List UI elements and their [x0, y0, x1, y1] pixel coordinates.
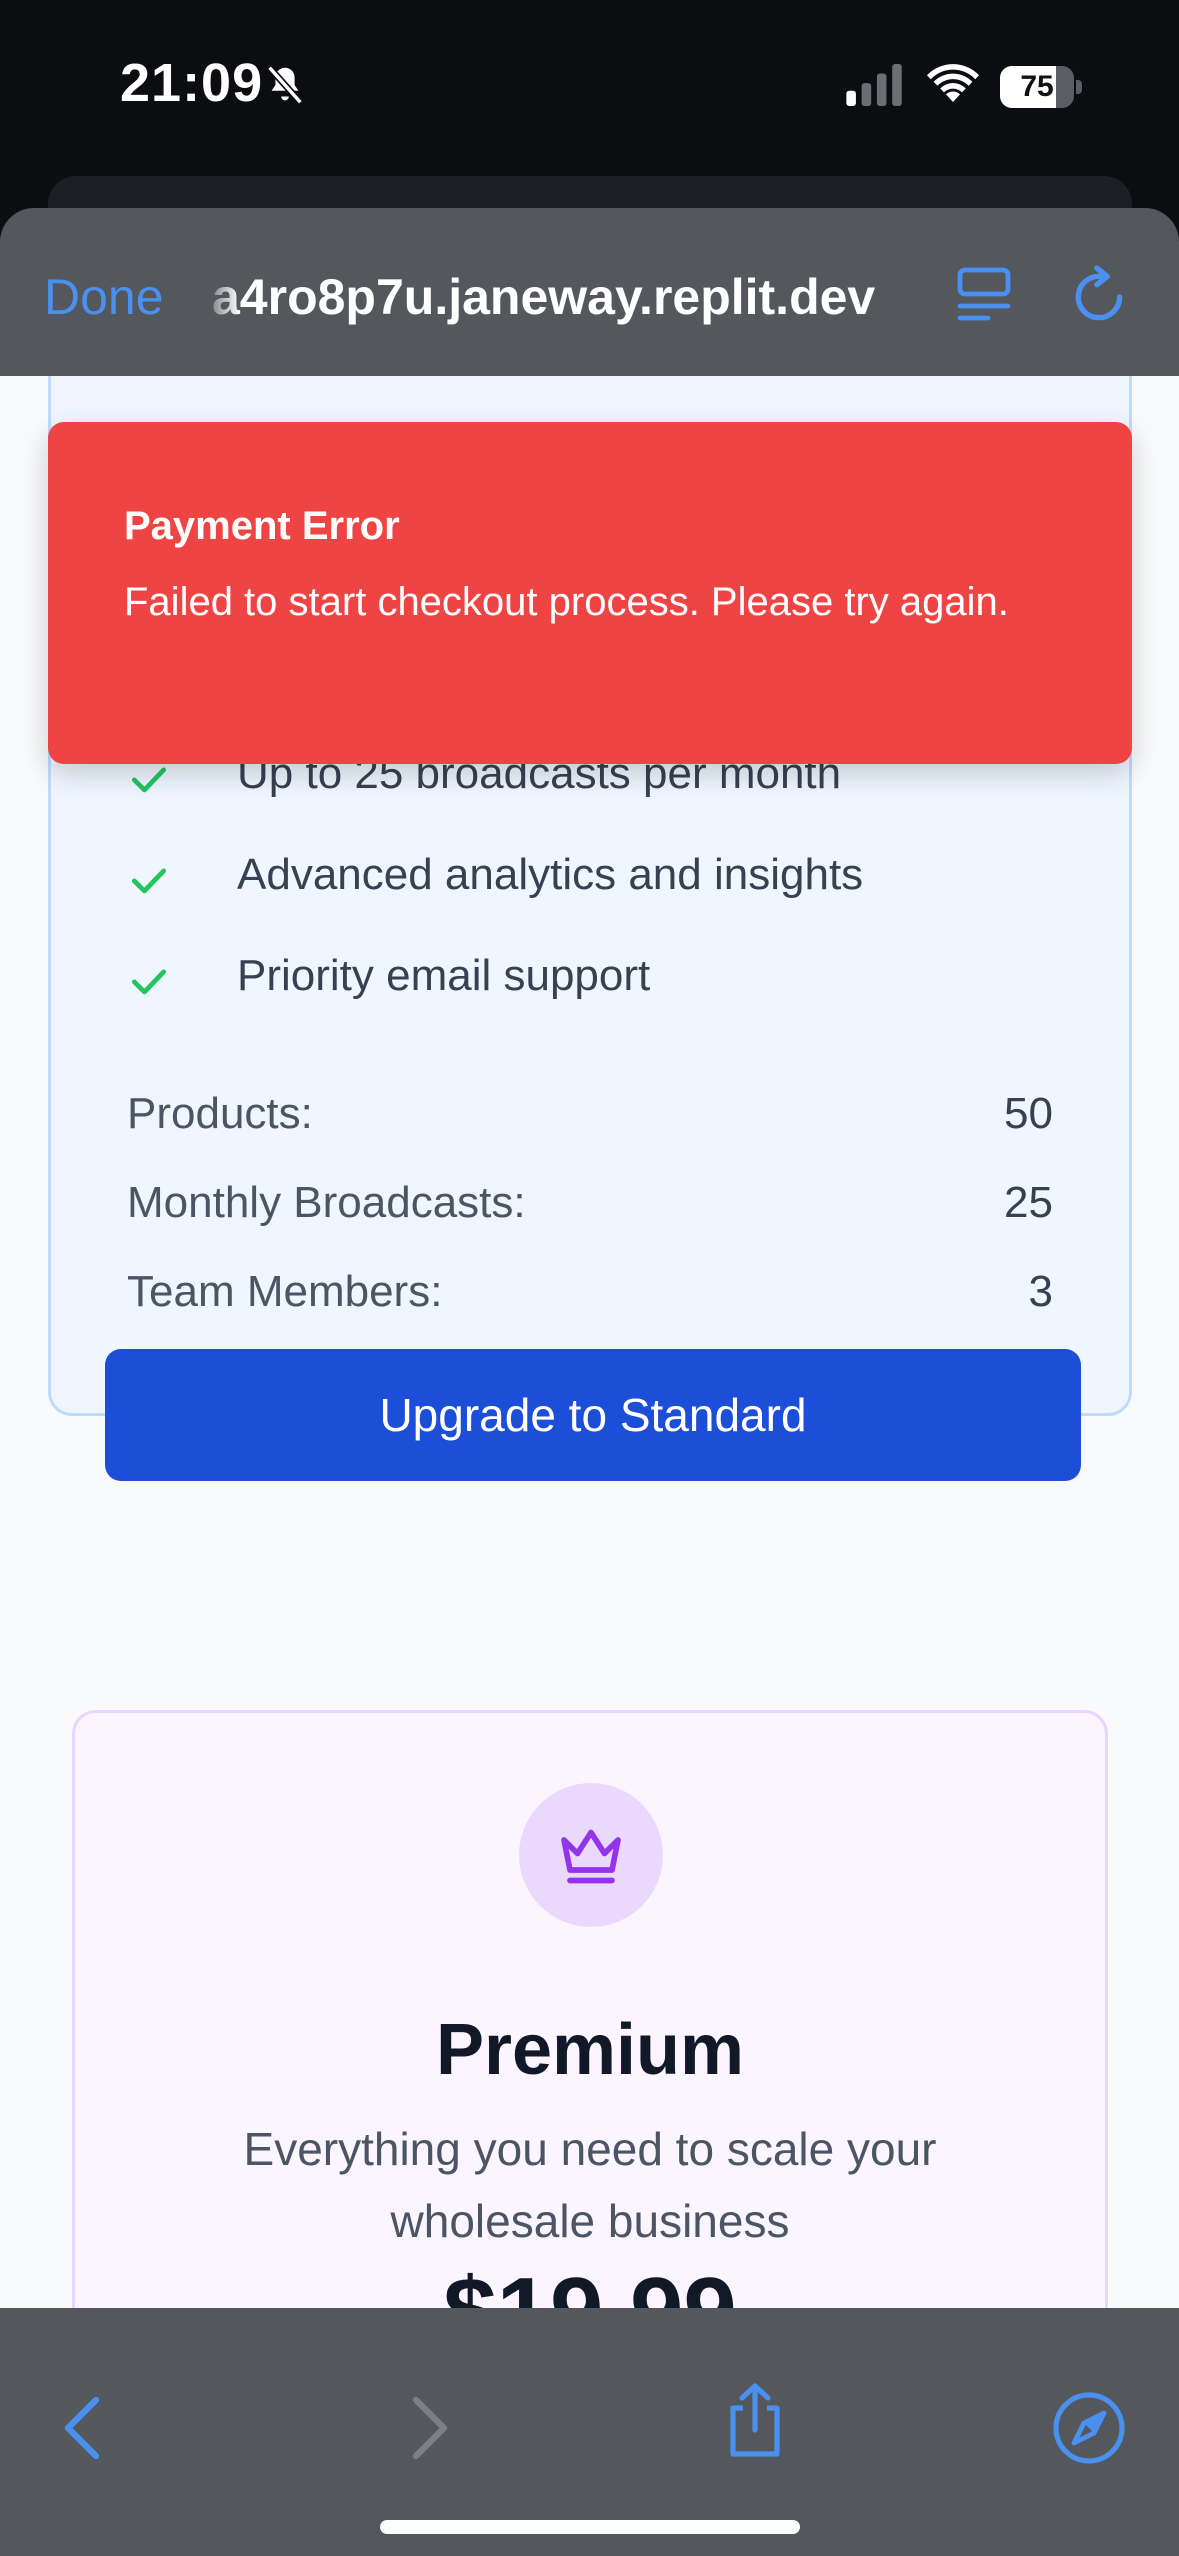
premium-price: $19.99	[75, 2257, 1105, 2308]
crown-icon	[561, 1829, 621, 1884]
home-indicator	[380, 2520, 800, 2534]
chevron-left-icon[interactable]	[46, 2388, 126, 2468]
toast-title: Payment Error	[124, 504, 400, 548]
battery-body: 75	[1000, 66, 1074, 108]
stat-label-team: Team Members:	[127, 1267, 443, 1316]
wifi-icon	[927, 64, 979, 102]
status-time: 21:09	[120, 53, 264, 113]
url-fade	[200, 258, 240, 338]
feature-text: Advanced analytics and insights	[237, 850, 864, 899]
compass-icon[interactable]	[1049, 2388, 1129, 2468]
battery-indicator: 75	[1000, 66, 1082, 108]
battery-level: 75	[1020, 70, 1054, 103]
stat-value-broadcasts: 25	[1004, 1178, 1053, 1227]
premium-description: Everything you need to scale your wholes…	[243, 2123, 937, 2247]
browser-top-bar: Done a4ro8p7u.janeway.replit.dev	[0, 208, 1179, 376]
premium-title: Premium	[435, 2010, 745, 2090]
stat-value-products: 50	[1004, 1089, 1053, 1138]
share-icon[interactable]	[715, 2380, 795, 2460]
reload-icon[interactable]	[1070, 264, 1132, 326]
stat-value-team: 3	[1028, 1267, 1053, 1316]
reader-mode-icon[interactable]	[956, 264, 1012, 324]
chevron-right-icon[interactable]	[386, 2388, 466, 2468]
browser-bottom-toolbar	[0, 2308, 1179, 2556]
stat-label-broadcasts: Monthly Broadcasts:	[127, 1178, 526, 1227]
screen: 21:09 75 Done a4ro8p7u.janeway.replit.de…	[0, 0, 1179, 2556]
crown-badge	[519, 1783, 663, 1927]
feature-text: Priority email support	[237, 951, 651, 1000]
done-button[interactable]: Done	[44, 268, 164, 326]
premium-plan-card: Premium Everything you need to scale you…	[72, 1710, 1108, 2308]
bell-slash-icon	[267, 65, 303, 105]
checkmark-icon	[131, 868, 167, 894]
checkmark-icon	[131, 969, 167, 995]
status-bar: 21:09 75	[0, 0, 1179, 170]
stat-label-products: Products:	[127, 1089, 313, 1138]
upgrade-standard-button[interactable]: Upgrade to Standard	[105, 1349, 1081, 1481]
battery-cap	[1076, 80, 1082, 94]
url-field[interactable]: a4ro8p7u.janeway.replit.dev	[212, 268, 912, 326]
cellular-signal-icon	[846, 64, 902, 106]
toast-message: Failed to start checkout process. Please…	[124, 580, 1009, 624]
payment-error-toast[interactable]: Payment Error Failed to start checkout p…	[48, 422, 1132, 764]
